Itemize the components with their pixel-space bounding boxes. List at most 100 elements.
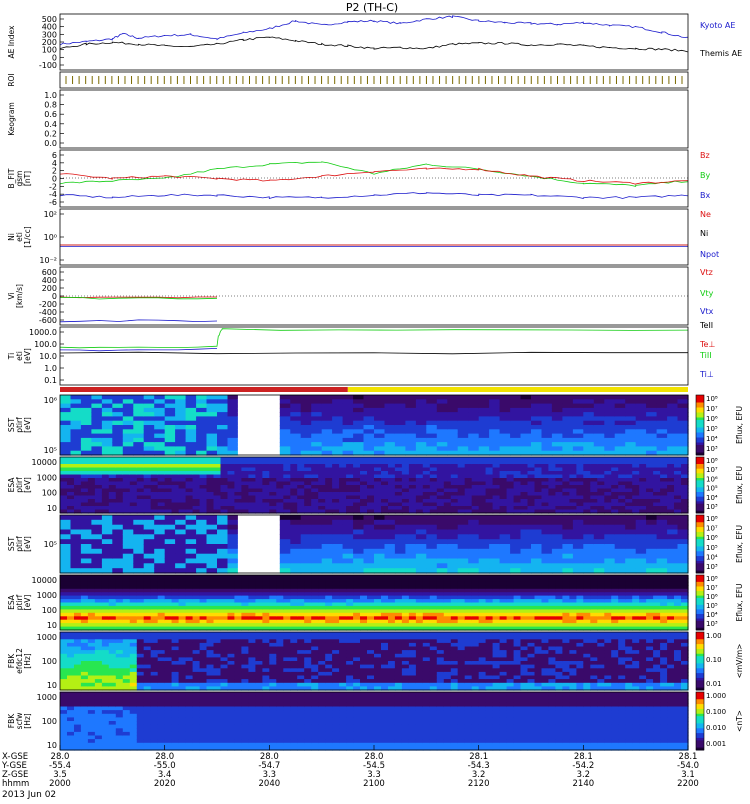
sst2-cell <box>437 549 448 554</box>
fbk1-cell <box>165 679 173 683</box>
esa2-cell <box>458 578 466 582</box>
fbk1-cell <box>95 668 103 672</box>
esa1-cell <box>611 464 619 468</box>
sst1-cell <box>604 446 615 451</box>
esa1-cell <box>102 471 110 475</box>
esa1-cell <box>562 496 570 500</box>
sst1-cell <box>343 438 354 443</box>
esa2-cell <box>179 623 187 627</box>
esa1-cell <box>325 468 333 472</box>
sst1-cell <box>636 438 647 443</box>
esa1-cell <box>479 475 487 479</box>
sst2-cell <box>604 559 615 564</box>
sst1-cell <box>468 412 479 417</box>
esa1-cell <box>542 506 550 510</box>
esa1-cell <box>304 475 312 479</box>
esa1-cell <box>528 464 536 468</box>
fbk1-cell <box>186 661 194 665</box>
sst1-cell <box>395 421 406 426</box>
sst1-cell <box>322 434 333 439</box>
esa1-cell <box>318 468 326 472</box>
sst2-cell <box>646 525 657 530</box>
esa1-cell <box>95 471 103 475</box>
sst2-cell <box>426 554 437 559</box>
esa1-cell <box>228 485 236 489</box>
sst2-cell <box>426 534 437 539</box>
esa1-cell <box>611 471 619 475</box>
esa1-cell <box>276 485 284 489</box>
sst1-cell <box>395 408 406 413</box>
esa1-cell <box>186 506 194 510</box>
sst2-cell <box>259 549 270 554</box>
esa1-cell <box>430 475 438 479</box>
sst1-cell <box>374 416 385 421</box>
esa1-cell <box>200 457 208 461</box>
esa1-cell <box>625 478 633 482</box>
esa2-cell <box>388 596 396 600</box>
sst1-cell <box>311 404 322 409</box>
sst2-cell <box>123 530 134 535</box>
sst2-cell <box>71 539 82 544</box>
esa1-cell <box>269 506 277 510</box>
sst1-cell <box>552 429 563 434</box>
esa2-cell <box>660 623 668 627</box>
esa2-cell <box>346 578 354 582</box>
esa2-cell <box>311 578 319 582</box>
esa2-cell <box>360 613 368 617</box>
esa1-cell <box>130 482 138 486</box>
esa1-cell <box>430 485 438 489</box>
esa1-cell <box>535 468 543 472</box>
sst2-cell <box>594 530 605 535</box>
esa1-cell <box>514 489 522 493</box>
esa2-cell <box>311 606 319 610</box>
esa1-cell <box>123 503 131 507</box>
esa1-cell <box>144 499 152 503</box>
esa2-cell <box>102 578 110 582</box>
sst2-cell <box>510 534 521 539</box>
esa2-cell <box>81 596 89 600</box>
esa1-cell <box>74 468 82 472</box>
esa1-cell <box>514 496 522 500</box>
esa1-cell <box>151 461 159 465</box>
sst2-cell <box>280 515 291 520</box>
esa2-cell <box>388 578 396 582</box>
esa1-cell <box>472 489 480 493</box>
esa2-cell <box>88 613 96 617</box>
sst1-cell <box>280 438 291 443</box>
esa2-cell <box>95 578 103 582</box>
esa1-cell <box>618 503 626 507</box>
sst2-cell <box>583 554 594 559</box>
sst1-cell <box>510 404 521 409</box>
sst1-cell <box>175 429 186 434</box>
esa1-cell <box>102 506 110 510</box>
sst2-cell <box>500 520 511 525</box>
fbk1-cell <box>95 650 103 654</box>
esa1-cell <box>381 496 389 500</box>
esa1-cell <box>486 496 494 500</box>
esa1-cell <box>535 496 543 500</box>
fbk1-cell <box>144 639 152 643</box>
sst2-cell <box>81 549 92 554</box>
esa1-cell <box>67 457 75 461</box>
sst2-cell <box>112 544 123 549</box>
esa1-cell <box>444 471 452 475</box>
esa2-cell <box>283 596 291 600</box>
sst1-cell <box>311 438 322 443</box>
fbk1-cell <box>186 647 194 651</box>
esa1-cell <box>88 478 96 482</box>
fbk1-cell <box>186 683 194 687</box>
esa1-cell <box>360 496 368 500</box>
sst1-cell <box>573 416 584 421</box>
esa2-cell <box>95 585 103 589</box>
sst1-cell <box>426 399 437 404</box>
sst2-cell <box>657 549 668 554</box>
sst1-cell <box>364 421 375 426</box>
esa1-cell <box>465 475 473 479</box>
fbk1-cell <box>151 665 159 669</box>
sst1-cell <box>646 442 657 447</box>
sst2-cell <box>112 539 123 544</box>
esa1-cell <box>611 503 619 507</box>
esa1-cell <box>618 489 626 493</box>
sst1-cell <box>217 438 228 443</box>
esa1-cell <box>395 475 403 479</box>
